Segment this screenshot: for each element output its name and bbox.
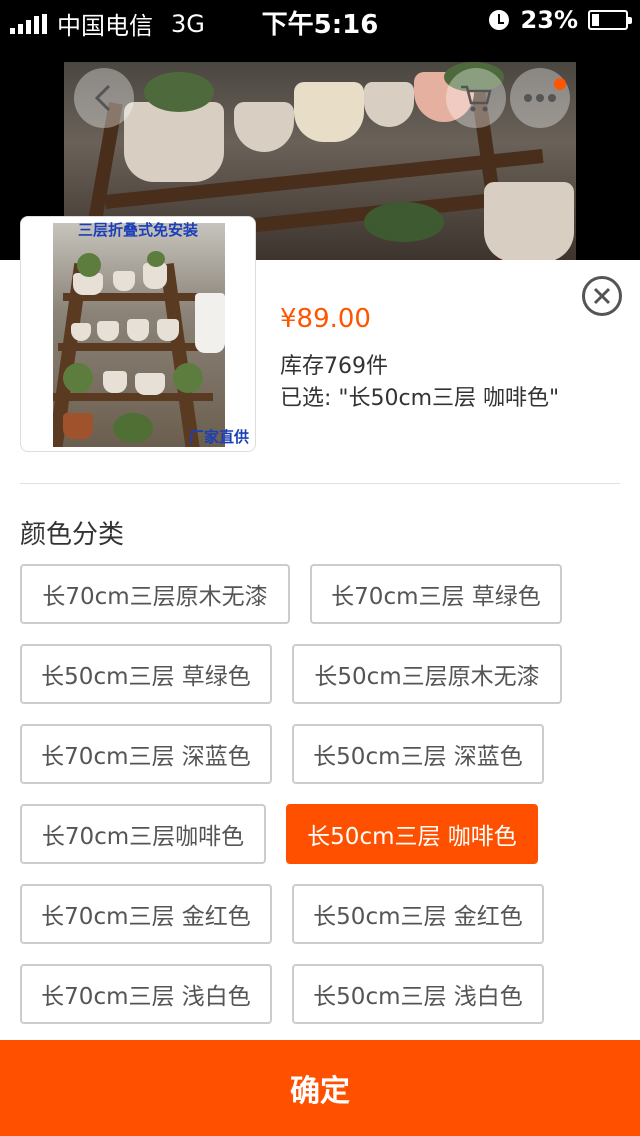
sku-option[interactable]: 长70cm三层 深蓝色 <box>20 724 272 784</box>
sku-option[interactable]: 长50cm三层 深蓝色 <box>292 724 544 784</box>
selected-variant: 已选: "长50cm三层 咖啡色" <box>280 386 560 411</box>
status-right: 23% <box>488 6 632 34</box>
status-bar: 中国电信 3G 下午5:16 23% <box>0 0 640 40</box>
sku-option[interactable]: 长70cm三层 草绿色 <box>310 564 562 624</box>
thumbnail-top-caption: 三层折叠式免安装 <box>77 221 198 239</box>
cart-button[interactable] <box>446 68 506 128</box>
sku-option[interactable]: 长70cm三层咖啡色 <box>20 804 266 864</box>
back-button[interactable] <box>74 68 134 128</box>
product-price: ¥89.00 <box>280 304 371 334</box>
battery-percent: 23% <box>520 6 578 34</box>
more-button[interactable] <box>510 68 570 128</box>
divider <box>20 483 620 484</box>
confirm-button[interactable]: 确定 <box>0 1040 640 1136</box>
cart-icon <box>461 85 492 112</box>
sku-option[interactable]: 长70cm三层 浅白色 <box>20 964 272 1024</box>
battery-icon <box>588 10 632 30</box>
sku-option[interactable]: 长70cm三层原木无漆 <box>20 564 290 624</box>
thumbnail-bottom-caption: 厂家直供 <box>188 428 249 446</box>
sku-option[interactable]: 长70cm三层 金红色 <box>20 884 272 944</box>
section-title-color: 颜色分类 <box>20 520 125 550</box>
chevron-left-icon <box>94 84 111 112</box>
sku-option[interactable]: 长50cm三层 咖啡色 <box>286 804 538 864</box>
alarm-clock-icon <box>488 10 509 30</box>
sku-option[interactable]: 长50cm三层 浅白色 <box>292 964 544 1024</box>
product-thumbnail-image <box>53 223 225 447</box>
sku-option[interactable]: 长50cm三层 金红色 <box>292 884 544 944</box>
product-thumbnail: 三层折叠式免安装 厂家直供 <box>20 216 256 452</box>
sku-option[interactable]: 长50cm三层 草绿色 <box>20 644 272 704</box>
sku-option[interactable]: 长50cm三层原木无漆 <box>292 644 562 704</box>
close-icon <box>593 287 611 305</box>
more-dots-icon <box>524 94 556 102</box>
close-button[interactable] <box>582 276 622 316</box>
stock-count: 库存769件 <box>280 354 388 379</box>
notification-dot <box>554 78 566 90</box>
